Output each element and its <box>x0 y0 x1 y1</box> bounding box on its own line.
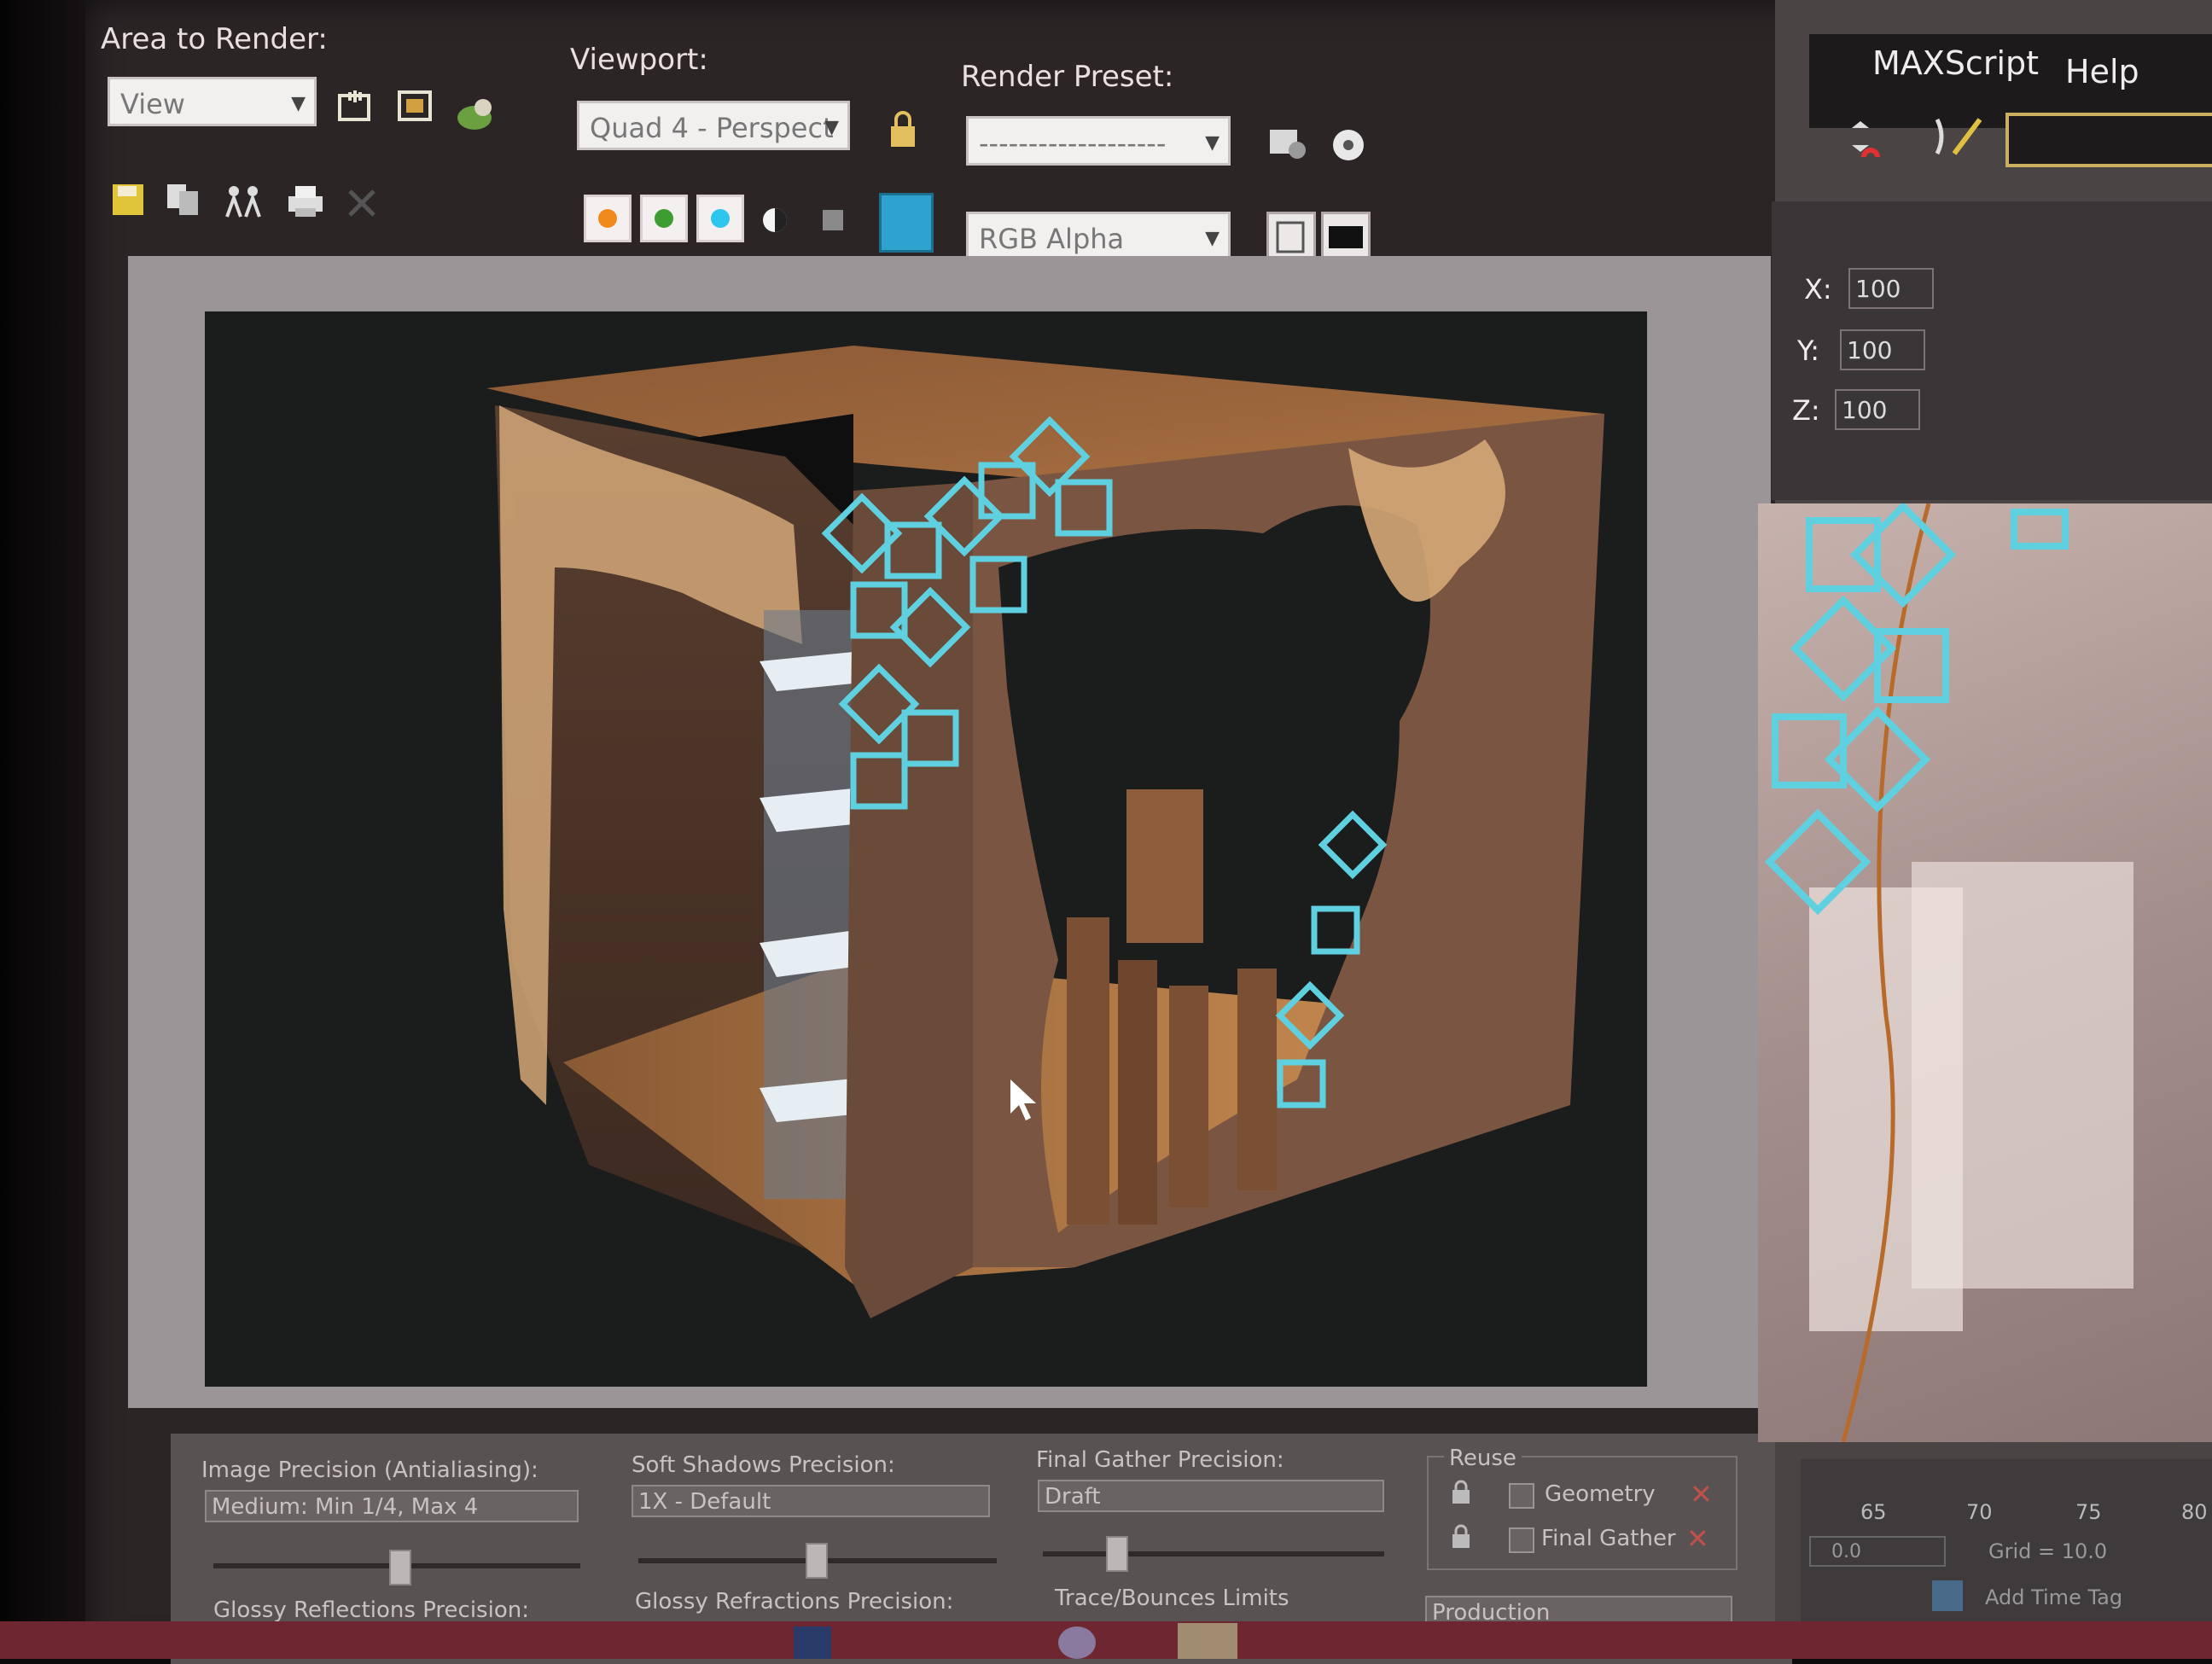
green-channel-toggle[interactable] <box>640 195 688 242</box>
final-gather-label: Final Gather Precision: <box>1036 1447 1284 1473</box>
viewport-value: Quad 4 - Perspect <box>590 112 834 144</box>
red-channel-toggle[interactable] <box>584 195 632 242</box>
reuse-label: Reuse <box>1444 1446 1522 1471</box>
print-image-icon[interactable] <box>282 177 329 225</box>
z-value-field[interactable]: 100 <box>1835 389 1920 430</box>
command-field[interactable] <box>2005 113 2212 167</box>
channel-display-dropdown[interactable]: RGB Alpha ▼ <box>966 212 1231 261</box>
lock-icon[interactable] <box>1449 1524 1473 1550</box>
grid-value-label: Grid = 10.0 <box>1988 1539 2108 1563</box>
glossy-reflections-label: Glossy Reflections Precision: <box>213 1597 529 1623</box>
z-coord-field[interactable]: 0.0 <box>1809 1536 1946 1567</box>
x-value-field[interactable]: 100 <box>1848 268 1934 309</box>
y-value-field[interactable]: 100 <box>1840 329 1925 370</box>
soft-shadows-slider[interactable] <box>806 1543 828 1579</box>
taskbar <box>0 1621 2212 1659</box>
taskbar-app-icon[interactable] <box>794 1626 831 1659</box>
z-label: Z: <box>1792 394 1820 427</box>
edit-region-icon[interactable] <box>331 82 379 130</box>
final-gather-slider[interactable] <box>1106 1536 1128 1572</box>
image-precision-field[interactable]: Medium: Min 1/4, Max 4 <box>205 1490 579 1522</box>
menu-help[interactable]: Help <box>2065 53 2139 90</box>
render-setup-icon[interactable] <box>1265 119 1313 167</box>
render-preset-dropdown[interactable]: ------------------- ▼ <box>966 116 1231 166</box>
lock-icon[interactable] <box>879 106 927 154</box>
taskbar-app-icon[interactable] <box>1058 1626 1096 1659</box>
spinner-snap-icon[interactable] <box>1835 119 1886 171</box>
y-label: Y: <box>1797 335 1820 367</box>
final-gather-reuse-label: Final Gather <box>1541 1526 1676 1551</box>
viewport-label: Viewport: <box>570 43 708 77</box>
auto-region-icon[interactable] <box>391 82 439 130</box>
area-to-render-value: View <box>120 88 185 120</box>
clone-frame-icon[interactable] <box>220 177 268 225</box>
timeline-tick: 75 <box>2075 1500 2102 1524</box>
perspective-viewport <box>1758 501 2212 1443</box>
chevron-down-icon: ▼ <box>1205 132 1220 154</box>
rendered-image <box>205 311 1647 1387</box>
area-to-render-label: Area to Render: <box>101 22 328 56</box>
trace-bounces-label: Trace/Bounces Limits <box>1055 1585 1289 1611</box>
timeline-tick: 80 <box>2181 1500 2208 1524</box>
final-gather-field[interactable]: Draft <box>1038 1480 1384 1512</box>
clear-final-gather-icon[interactable]: ✕ <box>1686 1524 1715 1553</box>
alpha-channel-icon[interactable] <box>751 196 799 244</box>
geometry-checkbox[interactable] <box>1509 1483 1534 1509</box>
x-label: X: <box>1804 273 1832 305</box>
timeline-tick: 70 <box>1966 1500 1993 1524</box>
soft-shadows-label: Soft Shadows Precision: <box>632 1452 895 1478</box>
final-gather-checkbox[interactable] <box>1509 1527 1534 1553</box>
copy-image-icon[interactable] <box>160 176 208 224</box>
channel-display-value: RGB Alpha <box>979 223 1125 255</box>
area-to-render-dropdown[interactable]: View ▼ <box>108 77 317 126</box>
chevron-down-icon: ▼ <box>1205 228 1220 249</box>
menu-maxscript[interactable]: MAXScript <box>1872 44 2039 82</box>
final-gather-slider-track <box>1043 1551 1384 1556</box>
render-preset-value: ------------------- <box>979 127 1167 160</box>
save-image-icon[interactable] <box>104 176 152 224</box>
clear-icon[interactable] <box>338 179 386 227</box>
chevron-down-icon: ▼ <box>824 117 839 138</box>
environment-effects-icon[interactable] <box>1324 121 1372 169</box>
glossy-refractions-label: Glossy Refractions Precision: <box>635 1589 954 1615</box>
spell-check-icon[interactable] <box>1929 111 1988 171</box>
time-tag-icon[interactable] <box>1932 1580 1963 1611</box>
geometry-label: Geometry <box>1545 1481 1656 1507</box>
image-precision-slider[interactable] <box>389 1550 411 1585</box>
clear-geometry-icon[interactable]: ✕ <box>1690 1480 1719 1509</box>
transform-type-in-panel <box>1772 201 2212 500</box>
lock-icon[interactable] <box>1449 1480 1473 1505</box>
add-time-tag-button[interactable]: Add Time Tag <box>1985 1585 2122 1609</box>
timeline-tick: 65 <box>1860 1500 1887 1524</box>
soft-shadows-field[interactable]: 1X - Default <box>632 1485 990 1517</box>
blue-channel-toggle[interactable] <box>696 195 744 242</box>
taskbar-active-app-icon[interactable] <box>1178 1623 1237 1659</box>
viewport-dropdown[interactable]: Quad 4 - Perspect ▼ <box>577 101 850 150</box>
monochrome-icon[interactable] <box>809 196 857 244</box>
image-precision-label: Image Precision (Antialiasing): <box>201 1457 538 1483</box>
render-scene-icon[interactable] <box>451 89 498 137</box>
chevron-down-icon: ▼ <box>291 93 306 114</box>
render-preset-label: Render Preset: <box>961 60 1174 94</box>
background-color-swatch[interactable] <box>879 193 934 253</box>
